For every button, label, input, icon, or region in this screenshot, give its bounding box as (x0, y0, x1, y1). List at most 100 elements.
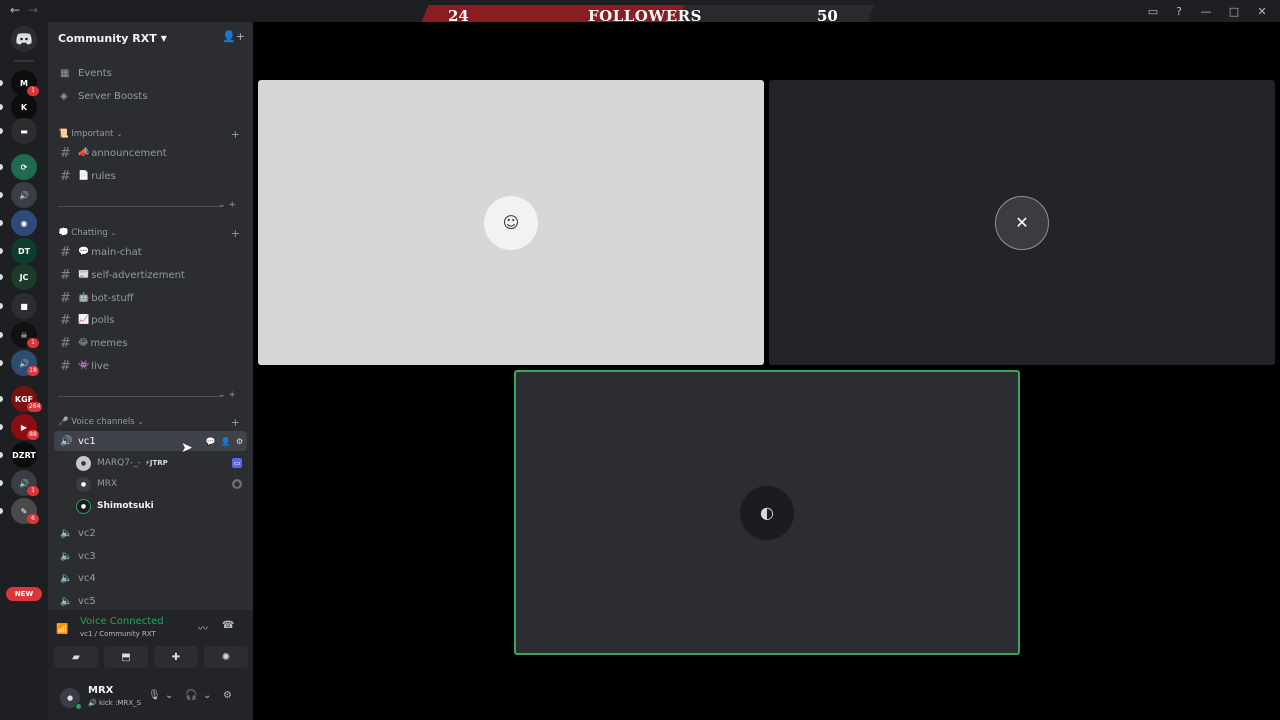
divider-chevron-icon: ⌄ + (218, 200, 236, 210)
nav-server-boosts[interactable]: ◈ Server Boosts (54, 86, 247, 106)
add-channel-icon[interactable]: + (231, 416, 240, 429)
category-voice-channels[interactable]: 🎤 Voice channels ⌄ + (58, 415, 248, 429)
channel-live[interactable]: # 👾 live (54, 356, 247, 376)
mention-badge: 6 (27, 514, 39, 524)
add-channel-icon[interactable]: + (231, 227, 240, 240)
user-panel: ● MRX 🔊 kick :MRX_S 🎙 ⌄ 🎧 ⌄ ⚙ (48, 676, 253, 720)
camera-off-button[interactable]: ▰ (54, 646, 98, 668)
hash-icon: # (60, 267, 71, 283)
voice-user-name: MRX (97, 479, 118, 489)
close-window-icon[interactable]: ✕ (1250, 2, 1274, 20)
back-arrow-icon[interactable]: ← (10, 3, 20, 17)
voice-user-shimotsuki[interactable]: ● Shimotsuki (76, 496, 246, 516)
forward-arrow-icon[interactable]: → (28, 3, 38, 17)
voice-channel-vc4[interactable]: 🔈 vc4 (54, 568, 247, 588)
channel-rules[interactable]: # 📄 rules (54, 166, 247, 186)
calendar-icon: ▦ (60, 67, 70, 79)
participant-tile-marq7[interactable]: ☺ (258, 80, 764, 365)
headphones-icon[interactable]: 🎧 (185, 690, 197, 701)
discord-logo-icon[interactable] (11, 26, 37, 52)
voice-connected-title[interactable]: Voice Connected (80, 616, 164, 627)
channel-emoji: 💬 (78, 247, 90, 257)
nav-events[interactable]: ▦ Events (54, 63, 247, 83)
chevron-down-icon: ⌄ (110, 229, 117, 237)
channel-polls[interactable]: # 📈 polls (54, 310, 247, 330)
server-icon[interactable]: JC (11, 264, 37, 290)
voice-user-mrx[interactable]: ● MRX ● (76, 474, 246, 494)
gear-icon[interactable]: ⚙ (236, 437, 243, 446)
participant-tile-mrx[interactable]: ✕ (769, 80, 1275, 365)
voice-user-marq7[interactable]: ● MARQ7-_- ⚡JTRP ▭ (76, 453, 246, 473)
server-icon[interactable]: ■ (11, 293, 37, 319)
voice-channel-label: vc4 (78, 572, 96, 584)
microphone-icon[interactable]: 🎙 (148, 690, 161, 701)
category-important[interactable]: 📜 Important ⌄ + (58, 127, 248, 141)
muted-x-icon: ✕ (995, 195, 1049, 250)
guild-header[interactable]: Community RXT ▼ 👤+ (48, 22, 253, 54)
category-chatting[interactable]: 💭 Chatting ⌄ + (58, 226, 248, 240)
unread-pill (0, 396, 3, 402)
hash-icon: # (60, 168, 71, 184)
boost-icon: ◈ (60, 90, 68, 102)
unread-pill (0, 424, 3, 430)
participant-avatar: ☺ (484, 195, 538, 250)
unread-pill (0, 452, 3, 458)
minimize-icon[interactable]: — (1194, 2, 1218, 20)
channel-emoji: 📰 (78, 270, 90, 280)
nav-boosts-label: Server Boosts (78, 90, 148, 102)
voice-action-buttons: ▰ ⬒ ✚ ✺ (54, 646, 248, 668)
channel-sidebar: Community RXT ▼ 👤+ ▦ Events ◈ Server Boo… (48, 22, 253, 720)
unread-pill (0, 128, 3, 134)
help-icon[interactable]: ? (1168, 2, 1190, 20)
user-name[interactable]: MRX (88, 685, 113, 696)
channel-emoji: 📈 (78, 315, 90, 325)
voice-channel-vc5[interactable]: 🔈 vc5 (54, 591, 247, 611)
unread-pill (0, 274, 3, 280)
chevron-down-icon: ▼ (160, 33, 167, 43)
activities-icon: ✚ (171, 651, 181, 663)
channel-bot-stuff[interactable]: # 🤖 bot-stuff (54, 288, 247, 308)
chevron-down-icon[interactable]: ⌄ (203, 690, 211, 701)
voice-stage: ☺ ✕ ◐ (253, 22, 1280, 720)
server-icon[interactable]: 🔊 (11, 182, 37, 208)
divider-line (58, 206, 220, 207)
channel-memes[interactable]: # 😂 memes (54, 333, 247, 353)
signal-icon[interactable]: 📶 (56, 624, 68, 635)
add-member-icon[interactable]: 👤+ (222, 30, 245, 43)
server-icon[interactable]: DZRT (11, 442, 37, 468)
participant-tile-shimotsuki[interactable]: ◐ (514, 370, 1020, 655)
disconnect-icon[interactable]: ☎ (222, 620, 234, 631)
soundboard-button[interactable]: ✺ (204, 646, 248, 668)
channel-announcement[interactable]: # 📣 announcement (54, 143, 247, 163)
unread-pill (0, 303, 3, 309)
channel-label: bot-stuff (91, 292, 134, 304)
voice-channel-vc2[interactable]: 🔈 vc2 (54, 523, 247, 543)
server-icon[interactable]: ▬ (11, 118, 37, 144)
user-settings-gear-icon[interactable]: ⚙ (223, 690, 232, 701)
voice-connected-subtitle[interactable]: vc1 / Community RXT (80, 630, 156, 638)
noise-suppression-icon[interactable]: 〰 (198, 620, 208, 635)
chevron-down-icon[interactable]: ⌄ (165, 690, 173, 701)
online-status-dot (75, 703, 82, 710)
server-icon[interactable]: ◉ (11, 210, 37, 236)
screen-share-button[interactable]: ⬒ (104, 646, 148, 668)
channel-label: rules (91, 170, 116, 182)
activities-button[interactable]: ✚ (154, 646, 198, 668)
server-icon[interactable]: ⟳ (11, 154, 37, 180)
maximize-icon[interactable]: □ (1222, 2, 1246, 20)
server-icon[interactable]: K (11, 94, 37, 120)
voice-channel-vc1[interactable]: 🔊 vc1 💬 👤 ⚙ (54, 431, 247, 451)
server-icon[interactable]: DT (11, 238, 37, 264)
chat-bubble-icon[interactable]: 💬 (206, 437, 216, 446)
channel-emoji: 📣 (78, 148, 90, 158)
invite-icon[interactable]: 👤 (221, 437, 231, 446)
inbox-icon[interactable]: ▭ (1142, 2, 1164, 20)
channel-self-advertizement[interactable]: # 📰 self-advertizement (54, 265, 247, 285)
voice-channel-vc3[interactable]: 🔈 vc3 (54, 546, 247, 566)
channel-label: announcement (91, 147, 167, 159)
channel-main-chat[interactable]: # 💬 main-chat (54, 242, 247, 262)
new-badge: NEW (6, 587, 42, 601)
category-voice-label: 🎤 Voice channels (58, 417, 135, 427)
category-important-label: 📜 Important (58, 129, 114, 139)
add-channel-icon[interactable]: + (231, 128, 240, 141)
